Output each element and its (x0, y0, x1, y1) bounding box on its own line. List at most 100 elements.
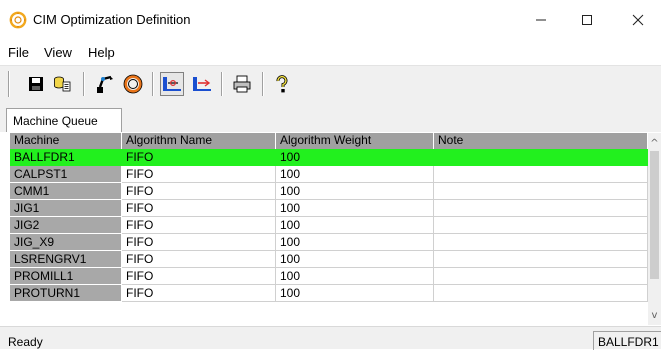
cell-machine[interactable]: JIG2 (10, 217, 122, 234)
toolbar-separator (152, 72, 154, 96)
cell-algorithm-weight[interactable]: 100 (276, 217, 434, 234)
vertical-scrollbar[interactable]: ^ v (648, 133, 661, 325)
cell-machine[interactable]: JIG_X9 (10, 234, 122, 251)
menu-view[interactable]: View (44, 45, 72, 61)
cell-algorithm-weight[interactable]: 100 (276, 268, 434, 285)
cell-note[interactable] (434, 149, 648, 166)
machine-icon (97, 75, 113, 93)
machine-button[interactable] (93, 72, 117, 96)
cell-machine[interactable]: BALLFDR1 (10, 149, 122, 166)
close-button[interactable] (615, 0, 661, 40)
cell-algorithm-name[interactable]: FIFO (122, 217, 276, 234)
machine-queue-grid[interactable]: Machine Algorithm Name Algorithm Weight … (10, 133, 648, 325)
tab-machine-queue[interactable]: Machine Queue (6, 108, 122, 132)
scroll-up-button[interactable]: ^ (648, 135, 661, 151)
cell-algorithm-weight[interactable]: 100 (276, 285, 434, 302)
cell-algorithm-name[interactable]: FIFO (122, 285, 276, 302)
cell-machine[interactable]: CALPST1 (10, 166, 122, 183)
menu-file[interactable]: File (8, 45, 29, 61)
chevron-up-icon: ^ (650, 137, 659, 149)
toolbar (0, 65, 661, 102)
cell-algorithm-name[interactable]: FIFO (122, 200, 276, 217)
cell-machine[interactable]: JIG1 (10, 200, 122, 217)
cell-algorithm-name[interactable]: FIFO (122, 251, 276, 268)
cell-note[interactable] (434, 268, 648, 285)
menu-bar: File View Help (0, 40, 661, 65)
cell-algorithm-name[interactable]: FIFO (122, 149, 276, 166)
toolbar-grip[interactable] (8, 71, 10, 97)
cell-note[interactable] (434, 217, 648, 234)
table-row[interactable]: CMM1 FIFO 100 (10, 183, 648, 200)
status-bar: Ready BALLFDR1 (0, 326, 661, 350)
ring-button[interactable] (121, 72, 145, 96)
cell-note[interactable] (434, 200, 648, 217)
table-row[interactable]: CALPST1 FIFO 100 (10, 166, 648, 183)
cell-algorithm-weight[interactable]: 100 (276, 166, 434, 183)
save-icon (29, 77, 43, 91)
title-bar: CIM Optimization Definition (0, 0, 661, 40)
cell-algorithm-name[interactable]: FIFO (122, 183, 276, 200)
help-button[interactable] (270, 72, 294, 96)
cell-note[interactable] (434, 285, 648, 302)
scroll-down-button[interactable]: v (648, 307, 661, 323)
toolbar-separator (221, 72, 223, 96)
column-header-algorithm-weight[interactable]: Algorithm Weight (276, 133, 434, 149)
minimize-button[interactable] (518, 0, 564, 40)
table-row[interactable]: JIG_X9 FIFO 100 (10, 234, 648, 251)
status-pane-machine: BALLFDR1 (593, 331, 661, 350)
window-title: CIM Optimization Definition (33, 12, 191, 27)
cell-algorithm-name[interactable]: FIFO (122, 166, 276, 183)
table-row[interactable]: PROMILL1 FIFO 100 (10, 268, 648, 285)
database-button[interactable] (50, 72, 74, 96)
toolbar-separator (262, 72, 264, 96)
column-header-algorithm-name[interactable]: Algorithm Name (122, 133, 276, 149)
cell-algorithm-weight[interactable]: 100 (276, 251, 434, 268)
tab-label: Machine Queue (13, 114, 98, 128)
chevron-down-icon: v (651, 309, 658, 321)
status-text: Ready (8, 335, 43, 349)
maximize-icon (582, 15, 592, 25)
cell-note[interactable] (434, 183, 648, 200)
cell-note[interactable] (434, 251, 648, 268)
status-pane-text: BALLFDR1 (598, 335, 659, 349)
cell-machine[interactable]: LSRENGRV1 (10, 251, 122, 268)
column-header-machine[interactable]: Machine (10, 133, 122, 149)
cell-machine[interactable]: PROMILL1 (10, 268, 122, 285)
print-button[interactable] (230, 72, 254, 96)
app-window: CIM Optimization Definition File View He… (0, 0, 661, 350)
help-icon (276, 75, 288, 93)
table-row[interactable]: PROTURN1 FIFO 100 (10, 285, 648, 302)
close-icon (632, 14, 644, 26)
grid-header: Machine Algorithm Name Algorithm Weight … (10, 133, 648, 149)
scrollbar-thumb[interactable] (650, 151, 659, 279)
menu-help[interactable]: Help (88, 45, 115, 61)
tab-strip: Machine Queue (0, 102, 661, 132)
cell-note[interactable] (434, 234, 648, 251)
table-row[interactable]: JIG1 FIFO 100 (10, 200, 648, 217)
link-icon (163, 77, 181, 91)
cell-note[interactable] (434, 166, 648, 183)
table-row[interactable]: JIG2 FIFO 100 (10, 217, 648, 234)
ring-icon (123, 74, 143, 94)
unlink-button[interactable] (190, 72, 214, 96)
database-icon (54, 76, 71, 92)
cell-algorithm-weight[interactable]: 100 (276, 200, 434, 217)
cell-algorithm-weight[interactable]: 100 (276, 234, 434, 251)
app-gear-icon (9, 11, 27, 29)
cell-machine[interactable]: CMM1 (10, 183, 122, 200)
minimize-icon (536, 19, 546, 21)
cell-machine[interactable]: PROTURN1 (10, 285, 122, 302)
table-row[interactable]: BALLFDR1 FIFO 100 (10, 149, 648, 166)
save-button[interactable] (24, 72, 48, 96)
cell-algorithm-name[interactable]: FIFO (122, 268, 276, 285)
cell-algorithm-weight[interactable]: 100 (276, 183, 434, 200)
table-row[interactable]: LSRENGRV1 FIFO 100 (10, 251, 648, 268)
cell-algorithm-weight[interactable]: 100 (276, 149, 434, 166)
link-button[interactable] (160, 72, 184, 96)
unlink-icon (193, 77, 211, 91)
cell-algorithm-name[interactable]: FIFO (122, 234, 276, 251)
toolbar-separator (83, 72, 85, 96)
print-icon (233, 75, 251, 93)
column-header-note[interactable]: Note (434, 133, 648, 149)
maximize-button[interactable] (564, 0, 610, 40)
